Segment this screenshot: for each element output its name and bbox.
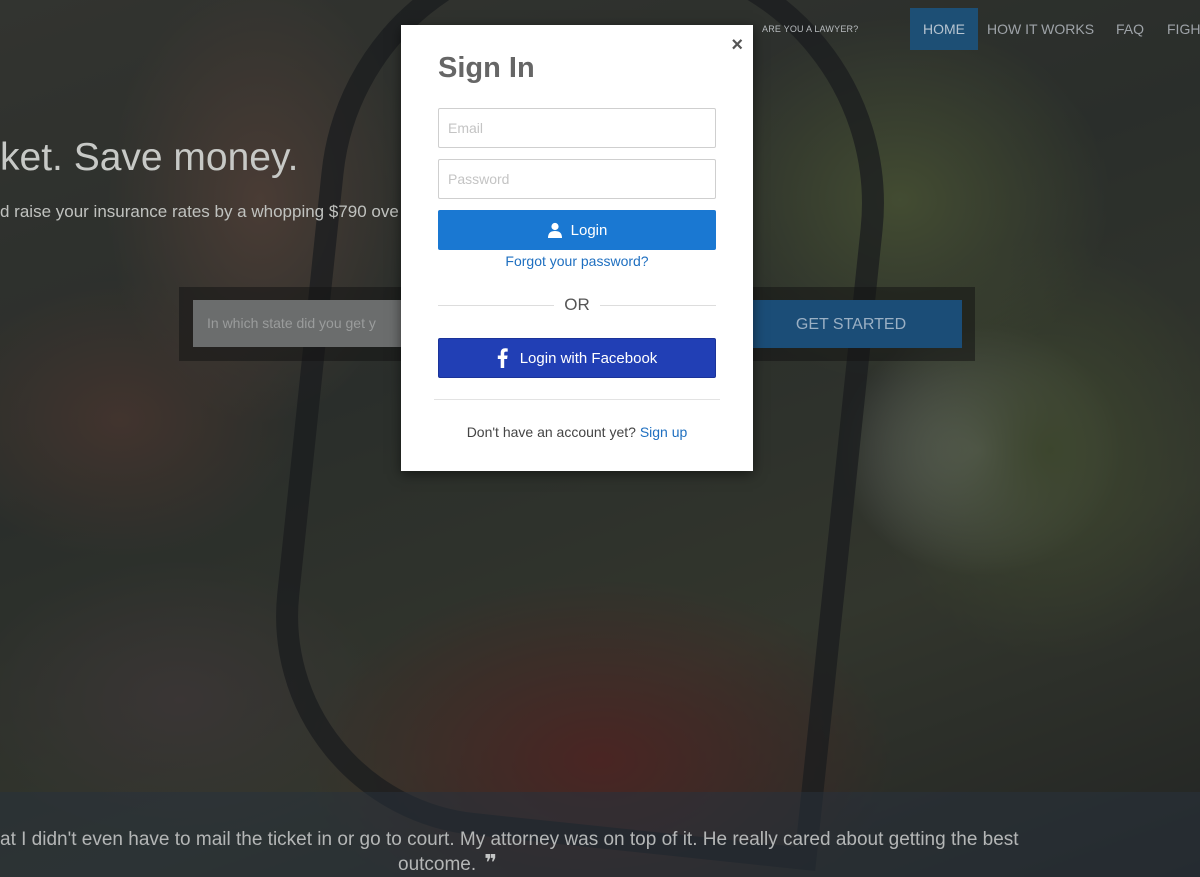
email-field[interactable] bbox=[438, 108, 716, 148]
nav-item-fight[interactable]: FIGHT bbox=[1167, 8, 1200, 50]
forgot-password-link[interactable]: Forgot your password? bbox=[401, 253, 753, 269]
testimonial-line-2: outcome. ❞ bbox=[398, 851, 497, 876]
get-started-button[interactable]: GET STARTED bbox=[740, 300, 962, 348]
close-icon[interactable]: × bbox=[731, 35, 743, 55]
login-button[interactable]: Login bbox=[438, 210, 716, 250]
testimonial-line-1: at I didn't even have to mail the ticket… bbox=[0, 829, 1019, 850]
nav-item-how-it-works[interactable]: HOW IT WORKS bbox=[987, 8, 1094, 50]
lawyer-link[interactable]: ARE YOU A LAWYER? bbox=[762, 24, 858, 34]
facebook-button-label: Login with Facebook bbox=[519, 349, 658, 367]
nav-item-faq[interactable]: FAQ bbox=[1116, 8, 1144, 50]
modal-separator bbox=[434, 399, 720, 400]
sign-up-link[interactable]: Sign up bbox=[640, 424, 687, 440]
signup-prompt-text: Don't have an account yet? bbox=[466, 424, 636, 440]
user-icon bbox=[547, 222, 563, 238]
page: ARE YOU A LAWYER? HOME HOW IT WORKS FAQ … bbox=[0, 0, 1200, 877]
testimonial-line-2-text: outcome. bbox=[398, 854, 477, 875]
hero-title: ket. Save money. bbox=[0, 136, 299, 179]
facebook-icon bbox=[497, 348, 508, 368]
close-quote-icon: ❞ bbox=[484, 850, 498, 875]
login-button-label: Login bbox=[570, 221, 608, 239]
modal-title: Sign In bbox=[438, 52, 535, 84]
divider-line-right bbox=[600, 305, 716, 306]
hero-subtitle: d raise your insurance rates by a whoppi… bbox=[0, 202, 399, 221]
sign-in-modal: × Sign In Login Forgot your password? OR bbox=[401, 25, 753, 471]
nav-item-home[interactable]: HOME bbox=[910, 8, 978, 50]
or-divider: OR bbox=[438, 295, 716, 315]
signup-prompt: Don't have an account yet? Sign up bbox=[401, 424, 753, 440]
login-with-facebook-button[interactable]: Login with Facebook bbox=[438, 338, 716, 378]
password-field[interactable] bbox=[438, 159, 716, 199]
